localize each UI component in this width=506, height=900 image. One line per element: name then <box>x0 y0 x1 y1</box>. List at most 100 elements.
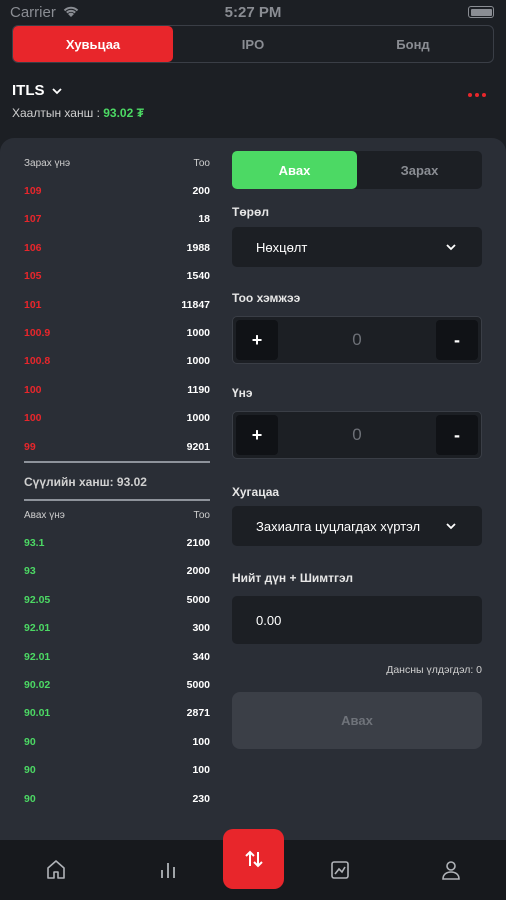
chevron-down-icon <box>446 244 456 251</box>
order-book-row[interactable]: 100.8 1000 <box>24 355 210 367</box>
order-price: 90 <box>24 735 36 748</box>
order-price: 93 <box>24 565 36 578</box>
order-book-row[interactable]: 100 1190 <box>24 384 210 396</box>
nav-portfolio[interactable] <box>328 858 352 882</box>
tab-ipo[interactable]: IPO <box>173 26 333 62</box>
nav-profile[interactable] <box>439 858 463 882</box>
price-plus-button[interactable]: + <box>236 415 278 455</box>
battery-icon <box>468 6 494 18</box>
order-price: 100 <box>24 412 42 425</box>
order-quantity: 5000 <box>186 593 210 606</box>
tab-stocks[interactable]: Хувьцаа <box>13 26 173 62</box>
order-price: 92.01 <box>24 650 51 663</box>
duration-value: Захиалга цуцлагдах хүртэл <box>256 518 421 534</box>
clock: 5:27 PM <box>224 4 282 21</box>
quantity-label: Тоо хэмжээ <box>232 291 301 305</box>
market-tabs: Хувьцаа IPO Бонд <box>12 25 494 63</box>
order-quantity: 1000 <box>186 355 210 368</box>
order-book-row[interactable]: 100 1000 <box>24 412 210 424</box>
order-book-row[interactable]: 90 230 <box>24 793 210 805</box>
order-quantity: 2000 <box>186 565 210 578</box>
divider <box>24 461 210 463</box>
order-quantity: 200 <box>192 185 210 197</box>
order-price: 92.05 <box>24 593 51 606</box>
nav-market[interactable] <box>156 858 180 882</box>
quantity-stepper: + 0 - <box>232 316 482 364</box>
order-price: 109 <box>24 185 42 197</box>
sell-price-header: Зарах үнэ <box>24 158 71 169</box>
order-quantity: 1000 <box>186 327 210 339</box>
price-stepper: + 0 - <box>232 411 482 459</box>
order-price: 100.9 <box>24 327 51 339</box>
order-quantity: 100 <box>192 735 210 748</box>
chevron-down-icon <box>51 87 62 94</box>
order-book-row[interactable]: 105 1540 <box>24 270 210 282</box>
order-book-row[interactable]: 99 9201 <box>24 441 210 453</box>
order-price: 99 <box>24 440 36 453</box>
order-price: 90.01 <box>24 707 51 720</box>
order-quantity: 230 <box>192 792 210 805</box>
symbol-label: ITLS <box>12 82 45 99</box>
status-bar: Carrier 5:27 PM <box>0 0 506 24</box>
order-price: 105 <box>24 270 42 283</box>
order-price: 90 <box>24 792 36 805</box>
sell-side-button[interactable]: Зарах <box>357 151 482 189</box>
more-options-icon[interactable] <box>468 93 486 97</box>
order-book-row[interactable]: 90.01 2871 <box>24 707 210 719</box>
order-price: 107 <box>24 213 42 226</box>
submit-order-button[interactable]: Авах <box>232 692 482 749</box>
order-book-row[interactable]: 100.9 1000 <box>24 327 210 339</box>
order-book-row[interactable]: 92.05 5000 <box>24 594 210 606</box>
order-book-row[interactable]: 90 100 <box>24 736 210 748</box>
order-book-row[interactable]: 92.01 300 <box>24 622 210 634</box>
order-book-row[interactable]: 107 18 <box>24 213 210 225</box>
order-quantity: 2871 <box>186 707 210 720</box>
order-book-row[interactable]: 101 11847 <box>24 299 210 311</box>
quantity-plus-button[interactable]: + <box>236 320 278 360</box>
total-field[interactable]: 0.00 <box>232 596 482 644</box>
price-input[interactable]: 0 <box>281 412 433 458</box>
divider <box>24 499 210 501</box>
quantity-input[interactable]: 0 <box>281 317 433 363</box>
order-price: 90.02 <box>24 679 51 691</box>
trade-fab-button[interactable] <box>223 829 284 889</box>
order-type-value: Нөхцөлт <box>256 239 308 255</box>
symbol-selector[interactable]: ITLS <box>12 82 63 99</box>
tab-bonds[interactable]: Бонд <box>333 26 493 62</box>
close-price-value: 93.02 ₮ <box>103 106 144 120</box>
order-type-label: Төрөл <box>232 205 269 219</box>
order-price: 93.1 <box>24 537 45 549</box>
price-minus-button[interactable]: - <box>436 415 478 455</box>
order-book-row[interactable]: 93.1 2100 <box>24 537 210 549</box>
order-book-row[interactable]: 90.02 5000 <box>24 679 210 691</box>
nav-home[interactable] <box>44 858 68 882</box>
total-label: Нийт дүн + Шимтгэл <box>232 571 353 585</box>
order-price: 92.01 <box>24 622 51 635</box>
quantity-minus-button[interactable]: - <box>436 320 478 360</box>
order-quantity: 9201 <box>186 440 210 453</box>
chart-bars-icon <box>161 863 175 878</box>
order-book-row[interactable]: 109 200 <box>24 185 210 197</box>
side-toggle: Авах Зарах <box>232 151 482 189</box>
order-quantity: 100 <box>192 764 210 777</box>
duration-select[interactable]: Захиалга цуцлагдах хүртэл <box>232 506 482 546</box>
chevron-down-icon <box>446 523 456 530</box>
order-quantity: 11847 <box>181 298 210 311</box>
close-price: Хаалтын ханш : 93.02 ₮ <box>12 106 144 120</box>
order-quantity: 1000 <box>186 412 210 425</box>
buy-side-button[interactable]: Авах <box>232 151 357 189</box>
order-quantity: 1190 <box>187 383 210 396</box>
sell-qty-header: Тоо <box>193 158 210 169</box>
order-book-row[interactable]: 92.01 340 <box>24 651 210 663</box>
account-balance: Дансны үлдэгдэл: 0 <box>386 664 482 676</box>
buy-price-header: Авах үнэ <box>24 510 65 521</box>
order-quantity: 2100 <box>186 537 210 549</box>
price-label: Үнэ <box>232 386 253 400</box>
total-value: 0.00 <box>256 612 282 628</box>
order-price: 90 <box>24 764 36 777</box>
order-book-row[interactable]: 106 1988 <box>24 242 210 254</box>
order-type-select[interactable]: Нөхцөлт <box>232 227 482 267</box>
order-book-row[interactable]: 93 2000 <box>24 565 210 577</box>
order-quantity: 300 <box>192 622 210 635</box>
order-book-row[interactable]: 90 100 <box>24 764 210 776</box>
